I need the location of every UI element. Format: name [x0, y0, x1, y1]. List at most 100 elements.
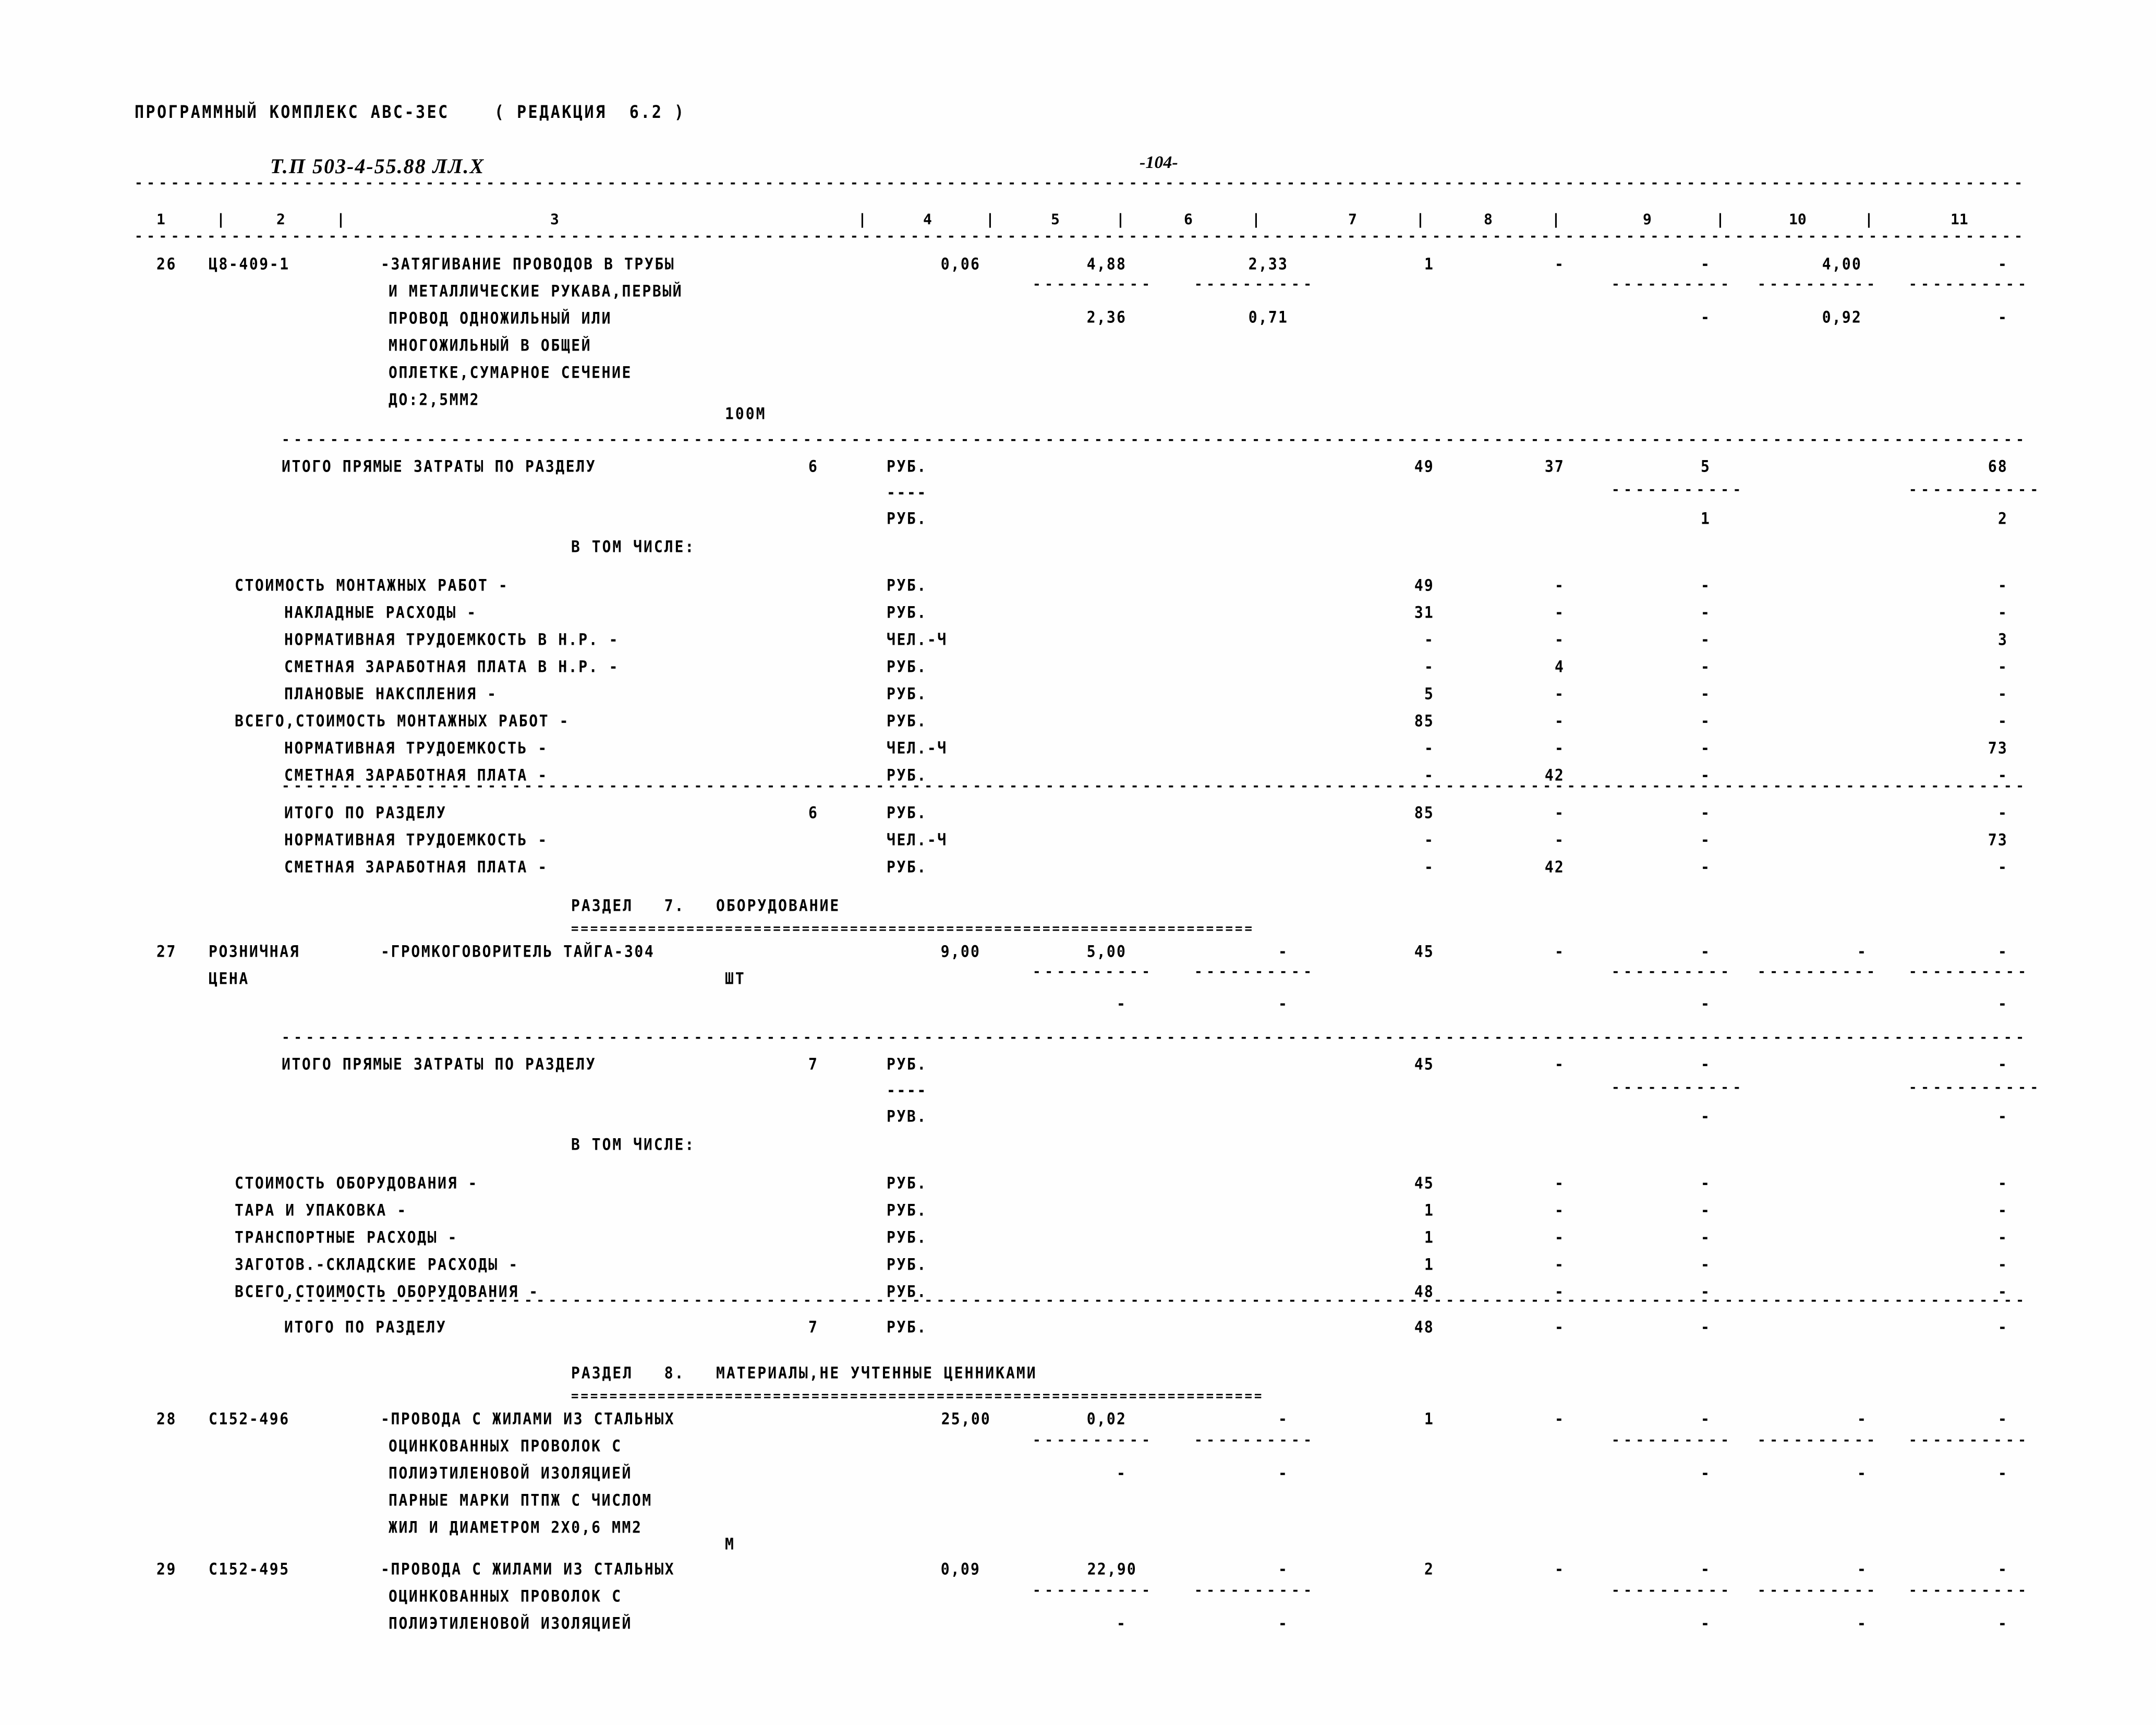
- s6-detail-c8-2: -: [1554, 630, 1565, 649]
- item-27-c7: 45: [1414, 942, 1434, 961]
- s6-total-row-label-1: НОРМАТИВНАЯ ТРУДОЕМКОСТЬ -: [284, 830, 548, 850]
- s7-detail-c9-2: -: [1700, 1228, 1711, 1247]
- column-header-number: 2: [276, 211, 285, 228]
- item-26-underline-c11: ----------: [1909, 278, 2029, 291]
- item-29-r2-c9: -: [1700, 1614, 1711, 1633]
- s6-detail-c7-1: 31: [1414, 603, 1434, 622]
- item-28-c11: -: [1997, 1409, 2008, 1429]
- s7-total-direct-no: 7: [808, 1055, 819, 1074]
- s7-detail-c9-0: -: [1700, 1174, 1711, 1193]
- s6-total-direct-no: 6: [808, 457, 819, 476]
- s7-detail-c8-1: -: [1554, 1201, 1565, 1220]
- s6-detail-label-6: НОРМАТИВНАЯ ТРУДОЕМКОСТЬ -: [284, 739, 548, 758]
- s7-underline-c11: -----------: [1909, 1081, 2039, 1094]
- s6-total-row-c8-0: -: [1554, 803, 1565, 823]
- s6-detail-label-4: ПЛАНОВЫЕ НАКСПЛЕНИЯ -: [284, 684, 498, 704]
- item-27-c9: -: [1700, 942, 1711, 961]
- s7-detail-unit-0: РУБ.: [887, 1174, 927, 1193]
- s6-total-unit2: РУБ.: [887, 509, 927, 528]
- s6-detail-c7-3: -: [1424, 657, 1434, 677]
- s6-total-c9: 5: [1700, 457, 1711, 476]
- item-26-code: Ц8-409-1: [209, 255, 290, 274]
- s7-dash-mark: ----: [887, 1081, 927, 1100]
- section-7-title-underline: ========================================…: [571, 922, 1254, 935]
- column-header-number: 1: [156, 211, 165, 228]
- column-header-divider: |: [1864, 211, 1873, 228]
- item-28-desc-4: ПАРНЫЕ МАРКИ ПТПЖ С ЧИСЛОМ: [389, 1491, 652, 1510]
- separator-rule-columns: ----------------------------------------…: [135, 230, 2022, 243]
- s6-total-sub-c11: 2: [1997, 509, 2008, 528]
- s7-total-direct-unit: РУБ.: [887, 1055, 927, 1074]
- item-28-underline-c11: ----------: [1909, 1433, 2029, 1447]
- page-number: -104-: [1140, 153, 1178, 172]
- s6-detail-c11-2: 3: [1997, 630, 2008, 649]
- item-27-c8: -: [1554, 942, 1565, 961]
- s6-detail-unit-5: РУБ.: [887, 711, 927, 731]
- item-27-r2-c5: -: [1116, 994, 1127, 1014]
- section-7-title: РАЗДЕЛ 7. ОБОРУДОВАНИЕ: [571, 896, 841, 915]
- column-header-divider: |: [216, 211, 225, 228]
- item-27-c6: -: [1278, 942, 1288, 961]
- s6-total-row-c7-1: -: [1424, 830, 1434, 850]
- item-26-desc-5: ОПЛЕТКЕ,СУМАРНОЕ СЕЧЕНИЕ: [389, 363, 632, 382]
- item-27-c10: -: [1857, 942, 1867, 961]
- item-29-r2-c6: -: [1278, 1614, 1288, 1633]
- item-26-c9: -: [1700, 255, 1711, 274]
- separator-rule-s7-итого: ----------------------------------------…: [282, 1294, 2024, 1307]
- s7-total-row-c9-0: -: [1700, 1318, 1711, 1337]
- item-29-c6: -: [1278, 1560, 1288, 1579]
- item-29-r2-c11: -: [1997, 1614, 2008, 1633]
- column-header-divider: |: [336, 211, 345, 228]
- item-29-underline-c5: ----------: [1033, 1584, 1153, 1597]
- s6-total-row-c7-0: 85: [1414, 803, 1434, 823]
- item-29-no: 29: [156, 1560, 177, 1579]
- s6-detail-c11-4: -: [1997, 684, 2008, 704]
- s6-total-row-c11-2: -: [1997, 858, 2008, 877]
- section-8-title-underline: ========================================…: [571, 1390, 1264, 1402]
- item-26-underline-c6: ----------: [1194, 278, 1314, 291]
- s6-detail-c9-4: -: [1700, 684, 1711, 704]
- s7-detail-c7-3: 1: [1424, 1255, 1434, 1274]
- item-27-unit: ШТ: [725, 969, 746, 988]
- s6-total-row-c11-1: 73: [1988, 830, 2008, 850]
- column-header-divider: |: [1116, 211, 1125, 228]
- s6-detail-label-2: НОРМАТИВНАЯ ТРУДОЕМКОСТЬ В Н.Р. -: [284, 630, 620, 649]
- item-26-desc-2: И МЕТАЛЛИЧЕСКИЕ РУКАВА,ПЕРВЫЙ: [389, 282, 683, 301]
- separator-rule-s6-total: ----------------------------------------…: [282, 433, 2024, 447]
- item-28-desc-5: ЖИЛ И ДИАМЕТРОМ 2Х0,6 ММ2: [389, 1518, 643, 1537]
- s7-detail-c8-2: -: [1554, 1228, 1565, 1247]
- s6-dash-mark: ----: [887, 483, 927, 502]
- item-28-c7: 1: [1424, 1409, 1434, 1429]
- s6-detail-unit-0: РУБ.: [887, 576, 927, 595]
- s6-detail-c9-3: -: [1700, 657, 1711, 677]
- s7-total-row-c7-0: 48: [1414, 1318, 1434, 1337]
- s6-total-sub-c9: 1: [1700, 509, 1711, 528]
- item-28-underline-c6: ----------: [1194, 1433, 1314, 1447]
- s6-detail-c7-0: 49: [1414, 576, 1434, 595]
- item-28-unit: М: [725, 1535, 735, 1554]
- item-29-underline-c9: ----------: [1612, 1584, 1731, 1597]
- column-header-number: 5: [1051, 211, 1060, 228]
- s6-detail-c9-1: -: [1700, 603, 1711, 622]
- item-28-c8: -: [1554, 1409, 1565, 1429]
- item-27-no: 27: [156, 942, 177, 961]
- item-29-underline-c6: ----------: [1194, 1584, 1314, 1597]
- item-28-underline-c5: ----------: [1033, 1433, 1153, 1447]
- s6-total-row-c7-2: -: [1424, 858, 1434, 877]
- s6-total-direct-unit: РУБ.: [887, 457, 927, 476]
- s6-underline-c11: -----------: [1909, 483, 2039, 497]
- s6-detail-c7-6: -: [1424, 739, 1434, 758]
- s6-detail-c8-6: -: [1554, 739, 1565, 758]
- s6-total-row-c11-0: -: [1997, 803, 2008, 823]
- item-27-desc-1: -ГРОМКОГОВОРИТЕЛЬ ТАЙГА-304: [381, 942, 655, 961]
- s6-detail-c8-5: -: [1554, 711, 1565, 731]
- item-26-desc-6: ДО:2,5ММ2: [389, 390, 480, 409]
- s7-total-sub-c9: -: [1700, 1107, 1711, 1126]
- item-28-r2-c11: -: [1997, 1464, 2008, 1483]
- item-29-desc-2: ОЦИНКОВАННЫХ ПРОВОЛОК С: [389, 1587, 622, 1606]
- column-header-number: 11: [1951, 211, 1968, 228]
- item-28-c5: 0,02: [1086, 1409, 1127, 1429]
- item-27-underline-c11: ----------: [1909, 965, 2029, 979]
- s6-total-row-c8-2: 42: [1544, 858, 1565, 877]
- item-29-c11: -: [1997, 1560, 2008, 1579]
